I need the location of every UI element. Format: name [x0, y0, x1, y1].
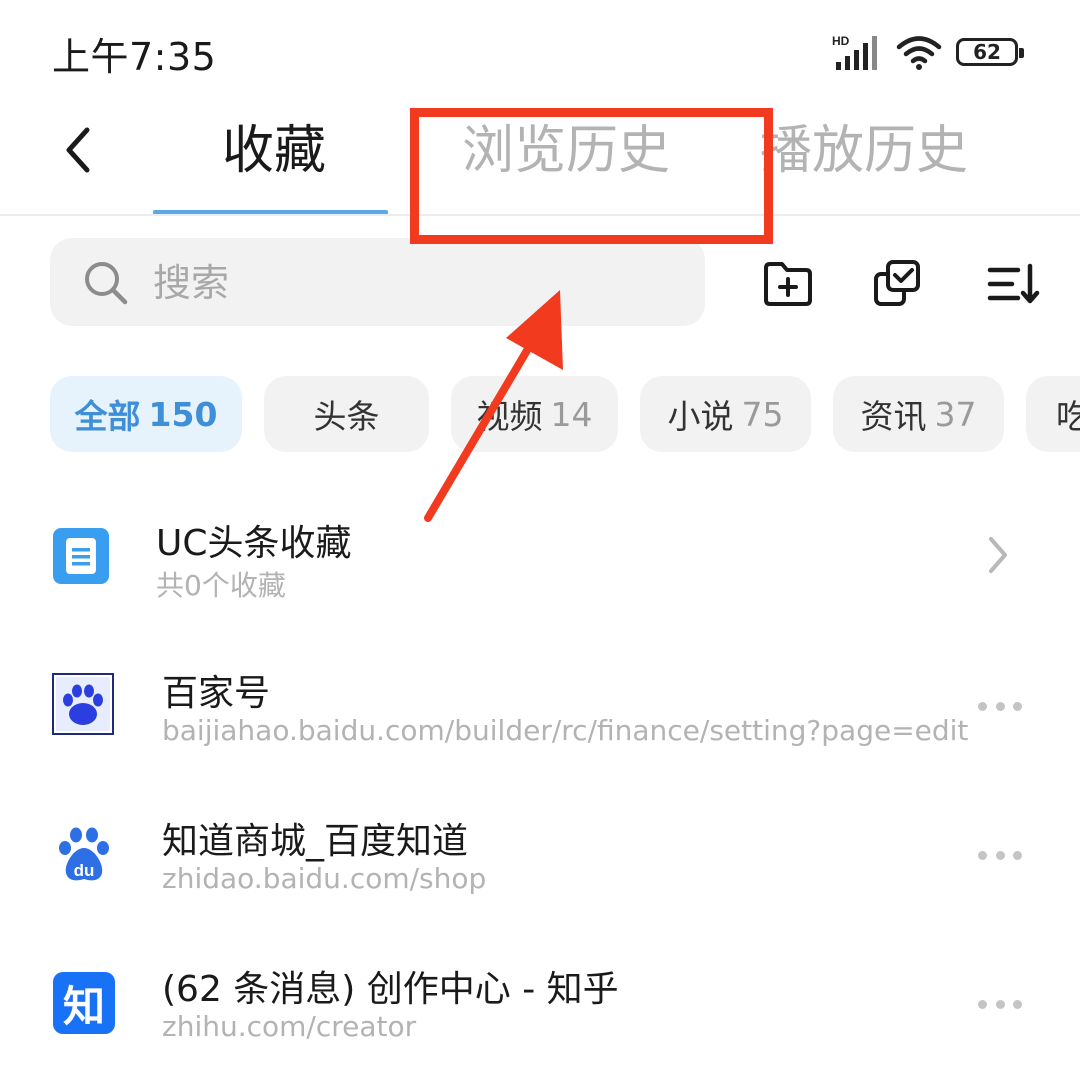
paw-icon — [52, 673, 114, 735]
filter-label: 全部 — [74, 397, 141, 436]
filter-label: 吃 — [1056, 397, 1080, 436]
multi-select-icon[interactable] — [868, 254, 928, 314]
item-title: (62 条消息) 创作中心 - 知乎 — [162, 969, 619, 1010]
new-folder-icon[interactable] — [758, 254, 818, 314]
filter-label: 小说 — [667, 397, 734, 436]
filter-count: 37 — [934, 394, 977, 434]
baidu-icon: du — [59, 827, 109, 881]
signal-icon: HD — [832, 34, 877, 70]
filter-label: 头条 — [313, 397, 380, 436]
status-time: 上午7:35 — [52, 35, 217, 79]
filter-count: 75 — [741, 394, 784, 434]
back-button[interactable] — [48, 118, 108, 182]
annotation-arrow-icon — [424, 290, 563, 522]
zhihu-icon: 知 — [53, 972, 115, 1034]
item-title: 百家号 — [162, 673, 271, 714]
filter-chip-headlines[interactable]: 头条 — [264, 376, 429, 452]
item-subtitle: zhidao.baidu.com/shop — [162, 862, 487, 895]
item-title: 知道商城_百度知道 — [162, 821, 469, 862]
filter-label: 资讯 — [860, 397, 927, 436]
chevron-left-icon — [66, 127, 90, 173]
filter-chip-novel[interactable]: 小说 75 — [640, 376, 811, 452]
annotation-highlight-box — [410, 108, 773, 244]
tab-favorites[interactable]: 收藏 — [222, 116, 326, 186]
item-subtitle: zhihu.com/creator — [162, 1010, 417, 1043]
item-title: UC头条收藏 — [156, 523, 352, 564]
filter-count: 150 — [148, 394, 218, 434]
more-icon[interactable] — [978, 699, 1022, 713]
search-icon — [85, 262, 128, 305]
search-bar[interactable] — [50, 238, 705, 326]
more-icon[interactable] — [978, 848, 1022, 862]
filter-chip-food[interactable]: 吃 — [1026, 376, 1080, 452]
tab-play-history[interactable]: 播放历史 — [760, 116, 968, 186]
document-icon — [53, 528, 109, 584]
wifi-icon — [896, 36, 942, 70]
item-subtitle: 共0个收藏 — [156, 569, 286, 602]
sort-icon[interactable] — [984, 254, 1044, 314]
status-icons: HD 62 — [832, 32, 1024, 72]
item-subtitle: baijiahao.baidu.com/builder/rc/finance/s… — [162, 714, 969, 747]
network-label: HD — [832, 34, 850, 48]
more-icon[interactable] — [978, 997, 1022, 1011]
chevron-right-icon[interactable] — [986, 535, 1010, 575]
filter-chip-all[interactable]: 全部 150 — [50, 376, 242, 452]
filter-chip-news[interactable]: 资讯 37 — [833, 376, 1004, 452]
baidu-logo-text: du — [74, 861, 95, 880]
search-placeholder: 搜索 — [153, 261, 230, 305]
battery-indicator: 62 — [956, 38, 1024, 66]
